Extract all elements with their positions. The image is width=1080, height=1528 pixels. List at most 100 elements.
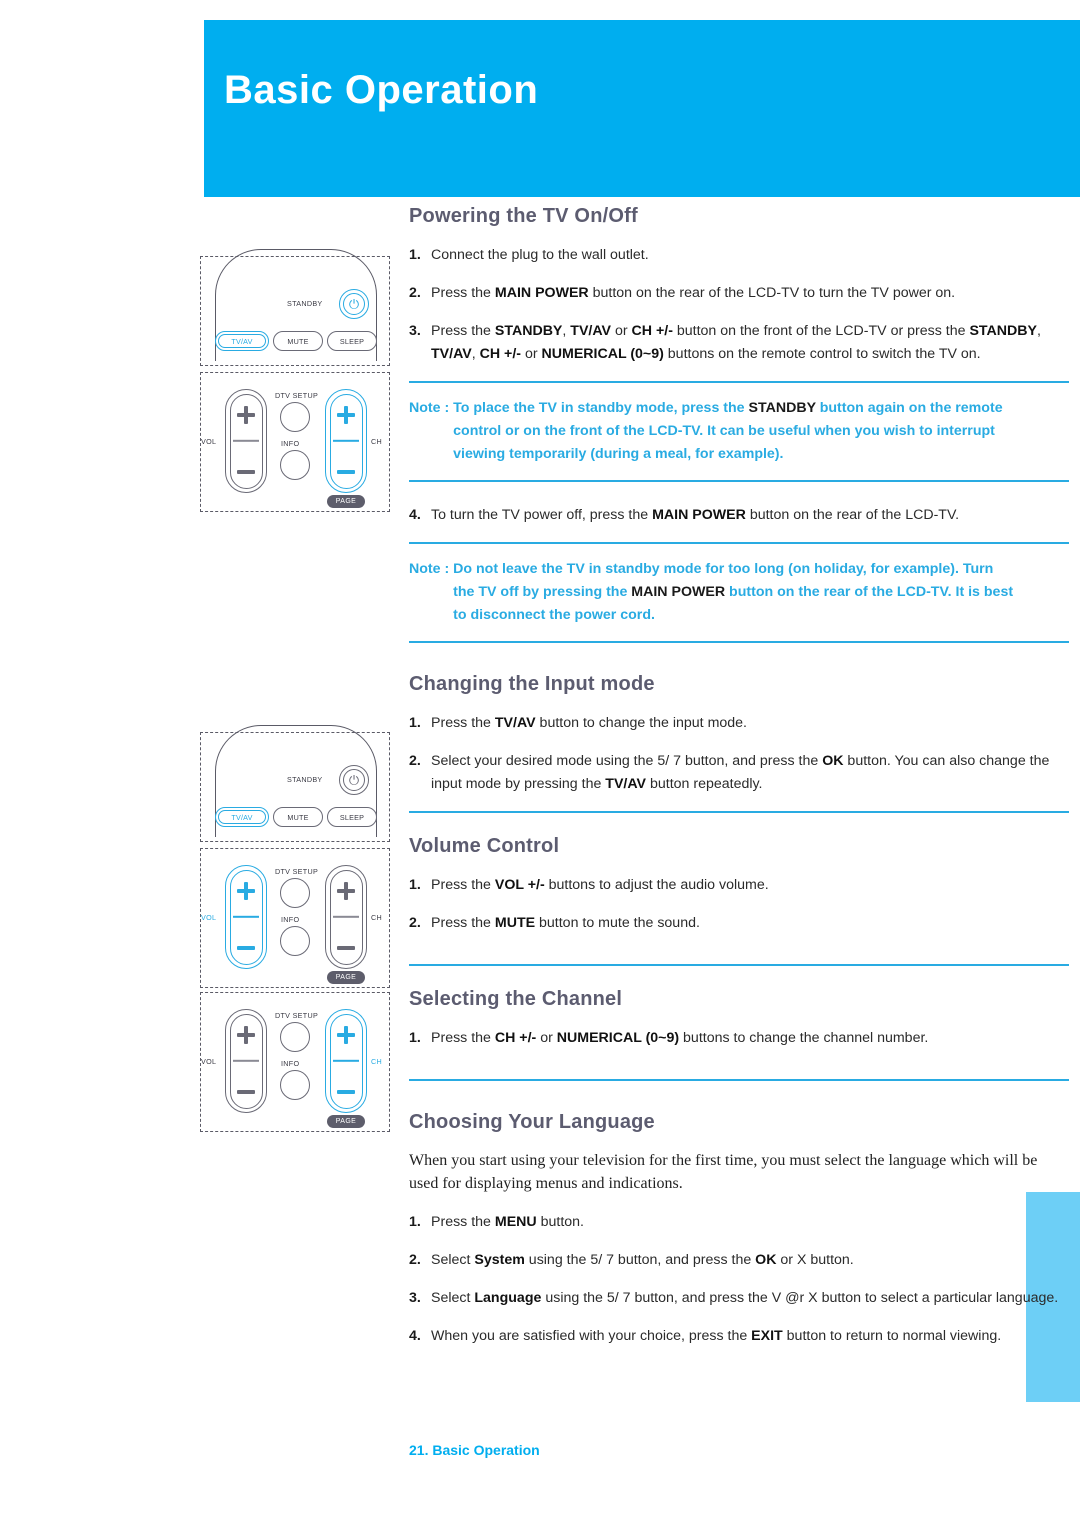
step-number: 1.	[409, 715, 421, 731]
sleep-button[interactable]: SLEEP	[327, 331, 377, 351]
vol-minus-icon	[237, 945, 255, 950]
body-text: or	[536, 1030, 557, 1046]
power-icon: ⏻	[348, 772, 360, 788]
standby-label: STANDBY	[287, 299, 323, 308]
rocker-divider	[233, 439, 259, 443]
emphasis-text: Language	[474, 1290, 542, 1307]
mute-button[interactable]: MUTE	[273, 807, 323, 827]
emphasis-text: EXIT	[751, 1328, 783, 1345]
emphasis-text: MENU	[494, 1214, 537, 1231]
emphasis-text: VOL +/-	[494, 877, 545, 893]
ch-minus-icon	[337, 469, 355, 474]
emphasis-text: System	[474, 1252, 525, 1269]
info-button[interactable]	[280, 450, 310, 480]
remote-bottom-section: VOL DTV SETUP INFO CH PAGE	[200, 372, 390, 512]
vol-label: VOL	[201, 437, 217, 446]
emphasis-text: OK	[755, 1252, 777, 1269]
page-button[interactable]: PAGE	[327, 971, 365, 984]
page-title: Basic Operation	[224, 68, 539, 112]
step-number: 3.	[409, 323, 421, 339]
dtv-setup-label: DTV SETUP	[275, 1011, 319, 1020]
emphasis-text: CH +/-	[494, 1030, 537, 1046]
page-button[interactable]: PAGE	[327, 1115, 365, 1128]
steps-language: 1. Press the MENU button. 2. Select System …	[409, 1211, 1069, 1348]
step-item: 1. Press the TV/AV button to change the i…	[409, 712, 1069, 735]
emphasis-text: NUMERICAL (0~9)	[541, 346, 664, 362]
dtv-setup-button[interactable]	[280, 878, 310, 908]
vol-rocker[interactable]	[225, 865, 267, 969]
step-item: 2. Press the MUTE button to mute the soun…	[409, 912, 1069, 935]
info-label: INFO	[281, 1059, 300, 1068]
page-header-banner: Basic Operation	[204, 20, 1080, 197]
ch-plus-icon	[337, 882, 355, 900]
step-item: 2. Select your desired mode using the 5/ …	[409, 750, 1069, 796]
ch-rocker[interactable]	[325, 865, 367, 969]
standby-power-button[interactable]: ⏻	[339, 289, 369, 319]
vol-rocker[interactable]	[225, 1009, 267, 1113]
step-number: 1.	[409, 877, 421, 893]
body-text: or	[611, 323, 632, 339]
standby-power-button[interactable]: ⏻	[339, 765, 369, 795]
step-item: 3. Select Language using the 5/ 7 button,…	[409, 1287, 1069, 1310]
steps-powering: 1. Connect the plug to the wall outlet. 2.…	[409, 244, 1069, 366]
emphasis-text: STANDBY	[748, 400, 816, 416]
dtv-setup-button[interactable]	[280, 1022, 310, 1052]
step-item: 1. Connect the plug to the wall outlet.	[409, 244, 1069, 267]
emphasis-text: TV/AV	[494, 715, 536, 731]
step-item: 2. Press the MAIN POWER button on the rea…	[409, 282, 1069, 305]
steps-volume: 1. Press the VOL +/- buttons to adjust th…	[409, 874, 1069, 935]
emphasis-text: OK	[822, 753, 844, 769]
body-text: buttons to change the channel number.	[679, 1030, 929, 1046]
rocker-divider	[233, 915, 259, 919]
step-item: 3. Press the STANDBY, TV/AV or CH +/- but…	[409, 320, 1069, 366]
body-text: using the 5/ 7 button, and press the	[524, 1252, 756, 1269]
note-standby: Note : To place the TV in standby mode, …	[409, 397, 1069, 466]
section-heading-channel: Selecting the Channel	[409, 988, 623, 1010]
remote-top-section: STANDBY ⏻ TV/AV MUTE SLEEP	[200, 725, 390, 842]
body-text: button on the rear of the LCD-TV.	[745, 507, 960, 523]
step-number: 4.	[409, 1328, 421, 1345]
vol-plus-icon	[237, 1026, 255, 1044]
mute-button[interactable]: MUTE	[273, 331, 323, 351]
page-button[interactable]: PAGE	[327, 495, 365, 508]
rocker-divider	[333, 1059, 359, 1063]
section-heading-volume: Volume Control	[409, 835, 560, 857]
ch-plus-icon	[337, 406, 355, 424]
sleep-button[interactable]: SLEEP	[327, 807, 377, 827]
ch-label: CH	[371, 1057, 382, 1066]
body-text: buttons to adjust the audio volume.	[544, 877, 769, 893]
emphasis-text: STANDBY	[969, 323, 1037, 339]
vol-minus-icon	[237, 1089, 255, 1094]
tvav-button[interactable]: TV/AV	[215, 331, 269, 351]
info-button[interactable]	[280, 1070, 310, 1100]
step-item: 1. Press the VOL +/- buttons to adjust th…	[409, 874, 1069, 897]
steps-channel: 1. Press the CH +/- or NUMERICAL (0~9) bu…	[409, 1027, 1069, 1050]
body-text: Press the	[431, 285, 495, 301]
ch-rocker[interactable]	[325, 1009, 367, 1113]
body-text: button to mute the sound.	[535, 915, 700, 931]
body-text: button.	[536, 1214, 584, 1231]
section-heading-input-mode: Changing the Input mode	[409, 673, 655, 695]
tvav-button[interactable]: TV/AV	[215, 807, 269, 827]
remote-diagram-channel: VOL DTV SETUP INFO CH PAGE	[200, 992, 390, 1132]
emphasis-text: MAIN POWER	[652, 507, 746, 523]
note-label: Note :	[409, 561, 454, 577]
power-icon: ⏻	[348, 296, 360, 312]
info-label: INFO	[281, 915, 300, 924]
emphasis-text: MAIN POWER	[494, 285, 589, 301]
vol-plus-icon	[237, 882, 255, 900]
body-text: Connect the plug to the wall outlet.	[431, 247, 649, 263]
info-label: INFO	[281, 439, 300, 448]
page-footer: 21. Basic Operation	[409, 1442, 540, 1458]
body-text: Press the	[431, 1214, 495, 1231]
ch-rocker[interactable]	[325, 389, 367, 493]
body-text: Press the	[431, 323, 495, 339]
info-button[interactable]	[280, 926, 310, 956]
remote-bottom-section: VOL DTV SETUP INFO CH PAGE	[200, 992, 390, 1132]
step-number: 2.	[409, 1252, 421, 1269]
emphasis-text: STANDBY	[494, 323, 563, 339]
vol-rocker[interactable]	[225, 389, 267, 493]
section-heading-powering: Powering the TV On/Off	[409, 205, 638, 227]
step-number: 1.	[409, 247, 421, 263]
dtv-setup-button[interactable]	[280, 402, 310, 432]
